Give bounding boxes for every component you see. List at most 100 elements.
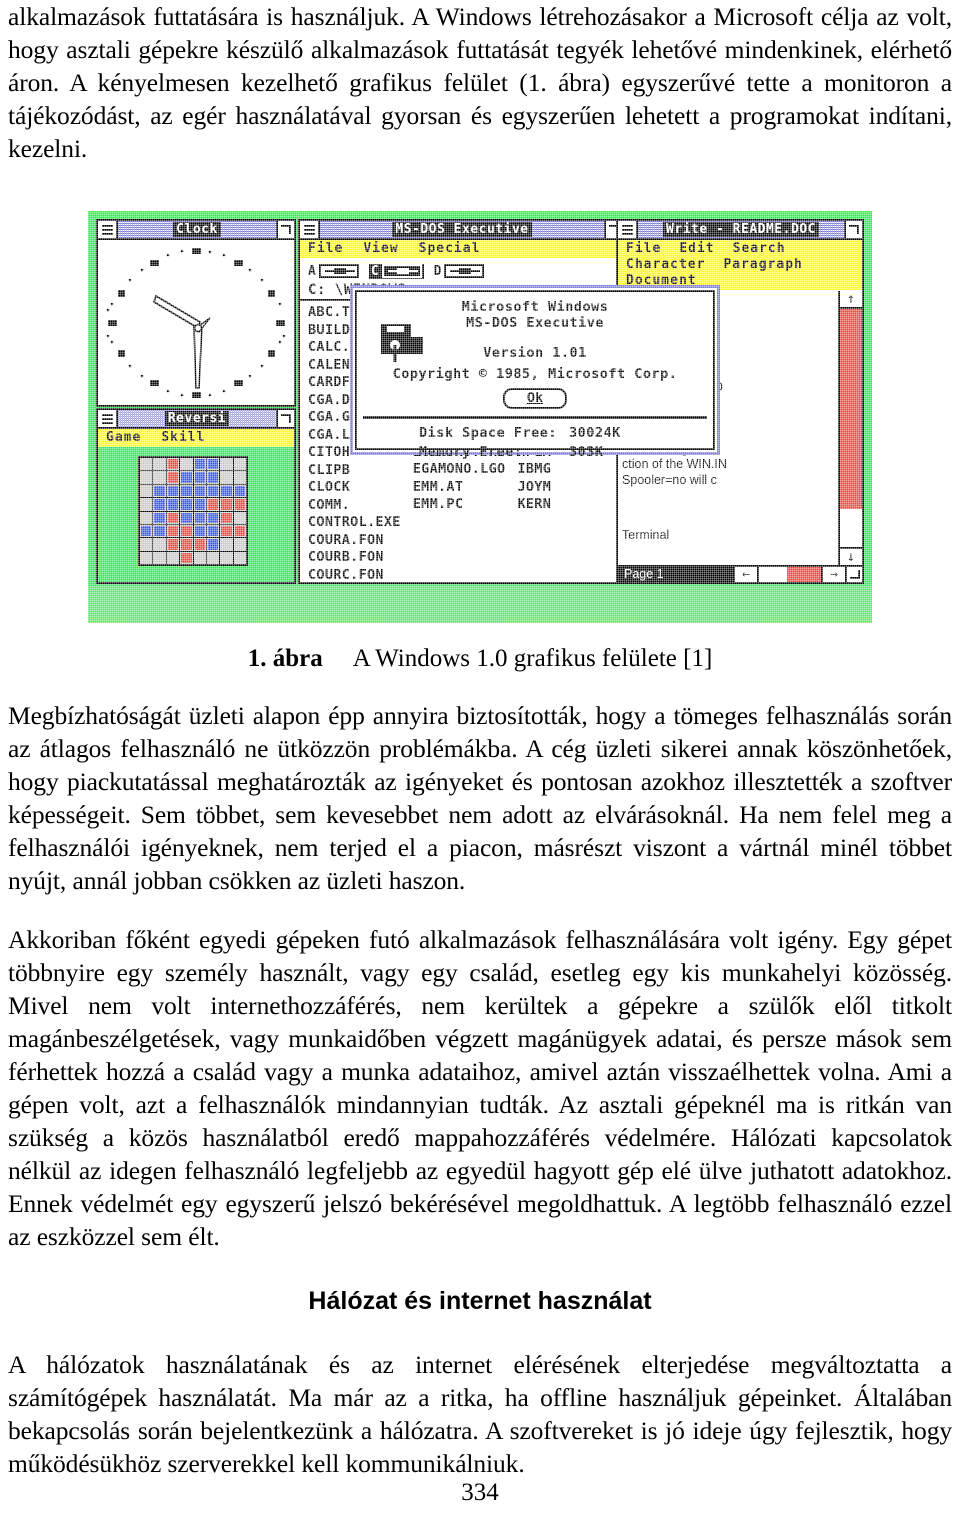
resize-grip-icon[interactable] (845, 567, 862, 583)
file-entry[interactable]: KERN (517, 496, 551, 514)
reversi-cell[interactable] (220, 458, 233, 471)
reversi-cell[interactable] (220, 498, 233, 511)
reversi-cell[interactable] (193, 551, 206, 565)
horizontal-scroll-track[interactable] (757, 567, 787, 583)
reversi-cell[interactable] (140, 524, 153, 538)
file-entry[interactable]: EMM.AT (413, 479, 506, 497)
reversi-cell[interactable] (153, 538, 166, 551)
file-entry[interactable]: CONTROL.EXE (308, 514, 401, 532)
horizontal-scroll-thumb[interactable] (787, 567, 821, 583)
file-entry[interactable]: EMM.PC (413, 496, 506, 514)
reversi-cell[interactable] (193, 471, 206, 484)
reversi-cell[interactable] (153, 498, 166, 511)
drive-a[interactable]: A (308, 264, 359, 279)
maximize-icon[interactable] (276, 410, 294, 428)
reversi-cell[interactable] (166, 484, 180, 498)
reversi-cell[interactable] (206, 524, 220, 538)
menu-paragraph[interactable]: Paragraph (723, 257, 802, 272)
reversi-cell[interactable] (193, 524, 206, 538)
vertical-scroll-thumb[interactable] (840, 309, 862, 510)
reversi-cell[interactable] (193, 458, 206, 471)
reversi-cell[interactable] (233, 538, 246, 551)
ok-button[interactable]: Ok (502, 388, 568, 410)
menubar-row-1[interactable]: File Edit Search (626, 241, 862, 257)
reversi-cell[interactable] (166, 498, 180, 511)
file-entry[interactable]: EGAMONO.LGO (413, 461, 506, 479)
reversi-cell[interactable] (220, 538, 233, 551)
reversi-menubar[interactable]: Game Skill (98, 429, 294, 448)
reversi-cell[interactable] (233, 551, 246, 565)
reversi-cell[interactable] (193, 498, 206, 511)
scroll-up-icon[interactable]: ↑ (840, 291, 862, 310)
scroll-left-icon[interactable]: ← (733, 567, 757, 583)
drive-selector-row[interactable]: A C D (300, 258, 622, 282)
reversi-cell[interactable] (180, 511, 193, 524)
scroll-down-icon[interactable]: ↓ (840, 547, 862, 566)
reversi-grid[interactable] (140, 458, 246, 565)
reversi-cell[interactable] (233, 498, 246, 511)
drive-d[interactable]: D (434, 264, 485, 279)
system-menu-icon[interactable] (98, 410, 118, 428)
reversi-cell[interactable] (140, 484, 153, 498)
file-entry[interactable]: COURB.FON (308, 549, 401, 567)
reversi-cell[interactable] (233, 484, 246, 498)
reversi-cell[interactable] (153, 511, 166, 524)
reversi-cell[interactable] (180, 458, 193, 471)
write-menubar[interactable]: File Edit Search Character Paragraph Docume… (618, 240, 862, 291)
reversi-cell[interactable] (166, 524, 180, 538)
reversi-cell[interactable] (220, 484, 233, 498)
reversi-cell[interactable] (166, 511, 180, 524)
reversi-titlebar[interactable]: Reversi (98, 410, 294, 430)
about-dialog[interactable]: Microsoft Windows MS-DOS Executive Versi… (350, 285, 720, 460)
menu-edit[interactable]: Edit (679, 241, 714, 256)
reversi-cell[interactable] (140, 458, 153, 471)
file-entry[interactable]: COMM. (308, 497, 401, 515)
reversi-cell[interactable] (166, 471, 180, 484)
maximize-icon[interactable] (276, 221, 294, 239)
reversi-cell[interactable] (140, 471, 153, 484)
reversi-cell[interactable] (166, 458, 180, 471)
reversi-board[interactable] (138, 456, 248, 567)
file-entry[interactable]: CLOCK (308, 479, 401, 497)
reversi-cell[interactable] (180, 498, 193, 511)
reversi-cell[interactable] (153, 458, 166, 471)
file-entry[interactable]: CLIPB (308, 462, 401, 480)
maximize-icon[interactable] (844, 221, 862, 239)
reversi-window[interactable]: Reversi Game Skill (96, 408, 296, 585)
file-entry[interactable]: COURA.FON (308, 532, 401, 550)
reversi-cell[interactable] (206, 511, 220, 524)
reversi-cell[interactable] (220, 551, 233, 565)
reversi-cell[interactable] (180, 551, 193, 565)
system-menu-icon[interactable] (300, 221, 320, 239)
msdos-menubar[interactable]: File View Special (300, 240, 622, 259)
menu-skill[interactable]: Skill (161, 430, 205, 445)
menu-file[interactable]: File (308, 241, 343, 256)
system-menu-icon[interactable] (618, 221, 638, 239)
file-entry[interactable]: JOYM (517, 479, 551, 497)
horizontal-scrollbar[interactable]: Page 1 ← → (618, 565, 862, 583)
write-titlebar[interactable]: Write - README.DOC (618, 221, 862, 241)
reversi-cell[interactable] (206, 551, 220, 565)
reversi-cell[interactable] (206, 498, 220, 511)
reversi-cell[interactable] (193, 484, 206, 498)
scroll-right-icon[interactable]: → (821, 567, 845, 583)
drive-c[interactable]: C (368, 263, 424, 279)
reversi-cell[interactable] (140, 551, 153, 565)
reversi-cell[interactable] (180, 471, 193, 484)
menu-view[interactable]: View (363, 241, 398, 256)
reversi-cell[interactable] (180, 524, 193, 538)
reversi-cell[interactable] (166, 551, 180, 565)
menu-character[interactable]: Character (626, 257, 705, 272)
system-menu-icon[interactable] (98, 221, 118, 239)
msdos-titlebar[interactable]: MS-DOS Executive (300, 221, 622, 241)
reversi-cell[interactable] (180, 538, 193, 551)
clock-titlebar[interactable]: Clock (98, 221, 294, 241)
reversi-cell[interactable] (153, 484, 166, 498)
menu-search[interactable]: Search (733, 241, 786, 256)
reversi-cell[interactable] (140, 538, 153, 551)
reversi-cell[interactable] (233, 511, 246, 524)
menubar-row-2[interactable]: Character Paragraph (626, 257, 862, 273)
reversi-cell[interactable] (220, 511, 233, 524)
reversi-cell[interactable] (233, 458, 246, 471)
menu-special[interactable]: Special (419, 241, 481, 256)
